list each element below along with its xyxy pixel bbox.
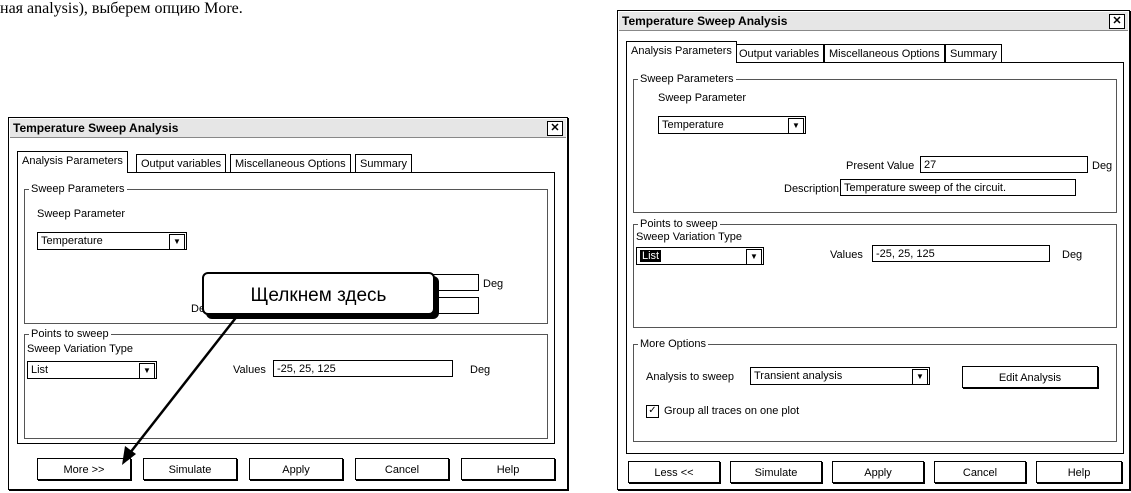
callout-arrow (122, 314, 239, 465)
